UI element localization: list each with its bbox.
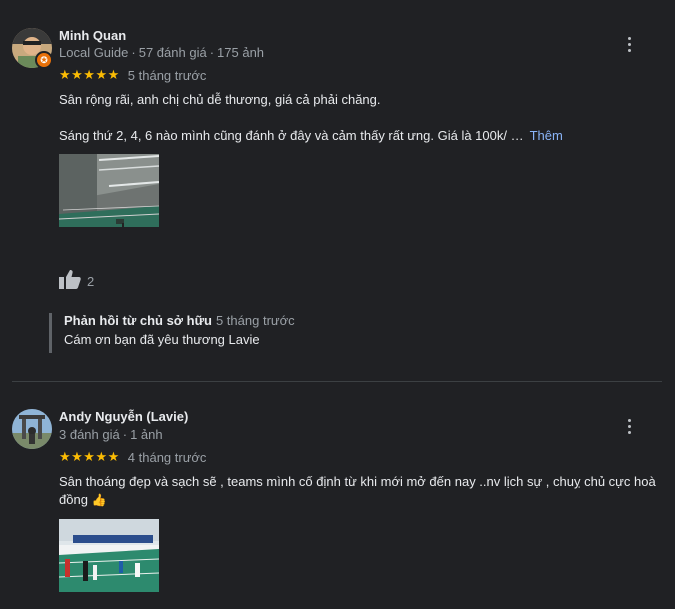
more-vert-icon[interactable] — [618, 415, 640, 437]
review-count: 57 đánh giá — [138, 45, 207, 60]
reply-author: Phản hồi từ chủ sở hữu — [64, 313, 212, 328]
review-count: 3 đánh giá — [59, 427, 120, 442]
review-card: Andy Nguyễn (Lavie) 3 đánh giá · 1 ảnh ★★★… — [0, 382, 675, 609]
review-photo[interactable] — [59, 519, 159, 592]
like-count: 2 — [87, 274, 95, 289]
thumbs-up-icon[interactable] — [59, 269, 81, 294]
review-photo[interactable] — [59, 154, 159, 227]
like-row: 2 — [59, 269, 94, 294]
rating-row: ★★★★★ 4 tháng trước — [59, 449, 206, 465]
star-rating: ★★★★★ — [59, 449, 120, 464]
photo-count: 1 ảnh — [130, 427, 163, 442]
review-text-line1: Sân thoáng đẹp và sạch sẽ , teams mình c… — [59, 474, 656, 489]
review-text-content: Sáng thứ 2, 4, 6 nào mình cũng đánh ở đâ… — [59, 128, 524, 143]
star-rating: ★★★★★ — [59, 67, 120, 82]
reviewer-name[interactable]: Minh Quan — [59, 28, 126, 43]
review-card: ✪ Minh Quan Local Guide · 57 đánh giá · 175 … — [0, 0, 675, 381]
review-text-line1: Sân rộng rãi, anh chị chủ dễ thương, giá… — [59, 92, 381, 107]
review-text-line2: đồng 👍 — [59, 490, 107, 510]
review-time: 5 tháng trước — [127, 67, 207, 83]
owner-reply: Phản hồi từ chủ sở hữu 5 tháng trước Cám … — [49, 313, 612, 353]
more-vert-icon[interactable] — [618, 33, 640, 55]
reviewer-meta: 3 đánh giá · 1 ảnh — [59, 427, 163, 442]
reviewer-meta: Local Guide · 57 đánh giá · 175 ảnh — [59, 45, 265, 60]
thumbs-up-emoji: 👍 — [91, 493, 107, 507]
local-guide-badge-icon: ✪ — [35, 51, 53, 69]
avatar[interactable] — [12, 409, 52, 449]
reply-text: Cám ơn bạn đã yêu thương Lavie — [64, 332, 260, 347]
more-link[interactable]: Thêm — [530, 128, 563, 143]
review-text-line2: Sáng thứ 2, 4, 6 nào mình cũng đánh ở đâ… — [59, 126, 563, 146]
review-text-content: đồng — [59, 492, 88, 507]
reply-time: 5 tháng trước — [215, 313, 295, 328]
rating-row: ★★★★★ 5 tháng trước — [59, 67, 206, 83]
local-guide-label: Local Guide — [59, 45, 129, 60]
photo-count: 175 ảnh — [217, 45, 265, 60]
reviewer-name[interactable]: Andy Nguyễn (Lavie) — [59, 409, 188, 424]
review-time: 4 tháng trước — [127, 449, 207, 465]
